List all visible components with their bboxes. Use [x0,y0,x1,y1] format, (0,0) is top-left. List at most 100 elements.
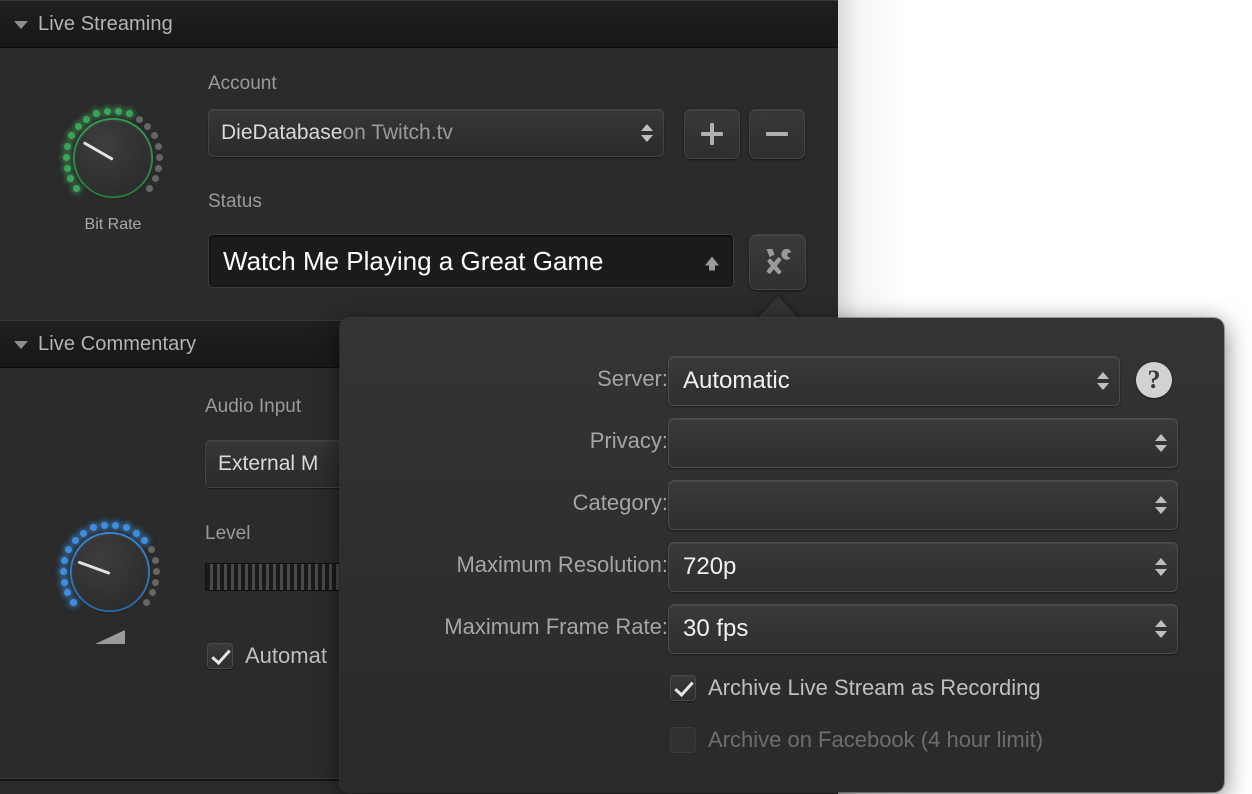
section-title-live-streaming: Live Streaming [38,12,173,35]
hammer-wrench-icon [766,248,791,275]
account-value-primary: DieDatabase [221,121,343,144]
chevron-up-icon [1097,372,1109,379]
disclosure-triangle-icon[interactable] [14,21,28,29]
status-value: Watch Me Playing a Great Game [223,245,604,276]
knob-led [154,142,162,150]
category-label: Category: [572,490,668,515]
chevron-down-icon [1155,445,1167,452]
knob-led [156,153,164,161]
maximum-resolution-popup-button[interactable]: 720p [668,542,1178,592]
maximum-resolution-value: 720p [683,553,737,580]
status-combo-box[interactable]: Watch Me Playing a Great Game [208,234,734,288]
knob-led [70,598,78,606]
disclosure-triangle-icon-2[interactable] [14,341,28,349]
commentary-level-knob-group[interactable] [40,520,180,644]
account-label: Account [208,73,277,94]
chevron-down-icon [1097,383,1109,390]
knob-led [148,589,156,597]
archive-live-stream-checkbox[interactable] [670,675,696,701]
archive-on-facebook-checkbox [670,727,696,753]
knob-led [152,578,160,586]
category-stepper-icon[interactable] [1155,496,1167,514]
knob-led [155,164,163,172]
privacy-popup-button[interactable] [668,418,1178,468]
knob-led [63,164,71,172]
combo-up-arrow-icon[interactable] [705,256,719,271]
knob-led [100,521,108,529]
maximum-frame-rate-stepper-icon[interactable] [1155,620,1167,638]
knob-led [67,175,75,183]
help-button[interactable]: ? [1136,362,1172,398]
knob-led [74,122,82,130]
knob-led [153,567,161,575]
minus-icon [766,123,788,145]
archive-live-stream-checkbox-row[interactable]: Archive Live Stream as Recording [670,675,1041,701]
level-label: Level [205,523,251,544]
audio-input-label: Audio Input [205,396,302,417]
automatic-gain-checkbox[interactable] [207,643,233,669]
knob-led [122,524,130,532]
chevron-down-icon [1155,507,1167,514]
live-streaming-body: Bit Rate Account DieDatabase on Twitch.t… [0,48,838,320]
server-label: Server: [597,366,668,391]
knob-led [73,184,81,192]
chevron-up-icon [641,124,653,131]
status-label: Status [208,191,262,212]
maximum-resolution-label: Maximum Resolution: [456,552,668,577]
privacy-stepper-icon[interactable] [1155,434,1167,452]
knob-led [150,132,158,140]
maximum-frame-rate-label: Maximum Frame Rate: [444,614,668,639]
remove-account-button[interactable] [749,109,805,159]
maximum-frame-rate-value: 30 fps [683,615,749,642]
knob-led [125,110,133,118]
automatic-gain-label: Automat [245,643,327,668]
privacy-label: Privacy: [589,428,668,453]
chevron-up-icon [1155,434,1167,441]
chevron-down-icon [1155,631,1167,638]
knob-led [147,546,155,554]
section-header-live-streaming[interactable]: Live Streaming [0,0,838,48]
bit-rate-knob-label: Bit Rate [84,216,142,233]
knob-led [141,536,149,544]
automatic-gain-checkbox-row[interactable]: Automat [207,643,327,669]
knob-led [71,536,79,544]
chevron-up-icon [1155,496,1167,503]
account-stepper-icon[interactable] [641,124,653,142]
knob-led [112,521,120,529]
stream-settings-tools-button[interactable] [749,234,806,290]
account-value-secondary: on Twitch.tv [342,121,453,144]
screen-root: Live Streaming Bit Rate Account DieDatab… [0,0,1252,794]
account-popup-button[interactable]: DieDatabase on Twitch.tv [208,109,664,157]
knob-led [83,115,91,123]
chevron-up-icon [1155,558,1167,565]
knob-led [90,524,98,532]
chevron-down-icon [641,135,653,142]
commentary-level-knob[interactable] [58,520,162,644]
knob-led [59,567,67,575]
section-title-live-commentary: Live Commentary [38,332,197,355]
add-account-button[interactable] [684,109,740,159]
maximum-resolution-stepper-icon[interactable] [1155,558,1167,576]
knob-led [132,529,140,537]
knob-led [80,529,88,537]
server-popup-button[interactable]: Automatic [668,356,1120,406]
server-stepper-icon[interactable] [1097,372,1109,390]
bit-rate-knob-group[interactable]: Bit Rate [43,106,183,234]
audio-input-value: External M [218,452,319,475]
knob-led [144,122,152,130]
knob-led [64,142,72,150]
maximum-frame-rate-popup-button[interactable]: 30 fps [668,604,1178,654]
bit-rate-knob[interactable] [61,106,165,210]
knob-led [135,115,143,123]
archive-on-facebook-label: Archive on Facebook (4 hour limit) [708,727,1044,752]
volume-triangle-icon [95,630,125,644]
knob-led [115,107,123,115]
help-icon: ? [1147,365,1161,394]
category-popup-button[interactable] [668,480,1178,530]
stream-settings-popover: Server: Automatic ? Privacy: Category: M… [340,318,1224,792]
knob-led [64,589,72,597]
popover-notch-arrow [756,296,800,320]
server-value: Automatic [683,367,790,394]
knob-led [61,556,69,564]
knob-led [142,598,150,606]
